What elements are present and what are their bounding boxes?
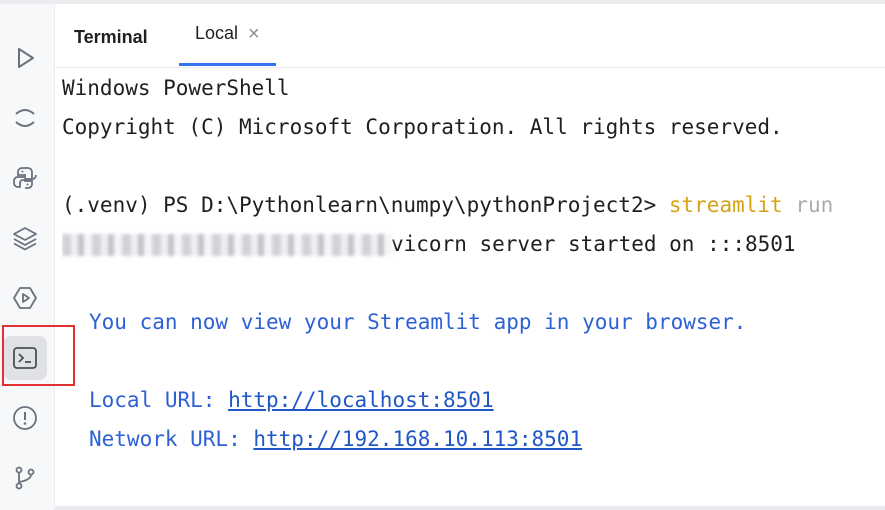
local-url-label: Local URL: (89, 388, 229, 412)
problems-button[interactable] (3, 396, 47, 440)
python-console-icon (13, 167, 37, 189)
local-url-link[interactable]: http://localhost:8501 (228, 388, 494, 412)
command-rest: run (782, 193, 834, 217)
command-text: streamlit (668, 193, 783, 217)
prompt-path: (.venv) PS D:\Pythonlearn\numpy\pythonPr… (62, 193, 669, 217)
layers-icon (13, 227, 37, 251)
debug-icon (15, 109, 35, 127)
terminal-button[interactable] (3, 336, 47, 380)
terminal-line-header: Windows PowerShell (62, 76, 290, 100)
tab-local-label: Local (195, 23, 239, 43)
services-button[interactable] (3, 276, 47, 320)
python-console-button[interactable] (3, 156, 47, 200)
run-button[interactable] (3, 36, 47, 80)
bottom-divider (55, 506, 885, 510)
tool-window-sidebar (0, 4, 55, 510)
terminal-line-prompt: (.venv) PS D:\Pythonlearn\numpy\pythonPr… (62, 193, 833, 217)
terminal-line-local-url: Local URL: http://localhost:8501 (89, 388, 494, 412)
tab-local[interactable]: Local × (179, 4, 276, 66)
terminal-line-log: vicorn server started on :::8501 (62, 232, 796, 256)
git-icon (15, 466, 35, 490)
terminal-line-view-app: You can now view your Streamlit app in y… (89, 310, 747, 334)
tool-window-title: Terminal (74, 27, 148, 47)
close-icon[interactable]: × (248, 24, 260, 44)
terminal-line-network-url: Network URL: http://192.168.10.113:8501 (89, 427, 582, 451)
layers-button[interactable] (3, 216, 47, 260)
git-button[interactable] (3, 456, 47, 500)
terminal-output[interactable]: Windows PowerShell Copyright (C) Microso… (62, 70, 885, 510)
network-url-label: Network URL: (89, 427, 254, 451)
terminal-tab-bar: Terminal Local × (55, 4, 885, 68)
services-icon (13, 287, 37, 309)
debug-button[interactable] (3, 96, 47, 140)
log-message: vicorn server started on :::8501 (391, 232, 796, 256)
terminal-line-copyright: Copyright (C) Microsoft Corporation. All… (62, 115, 783, 139)
run-icon (18, 48, 34, 68)
terminal-icon (13, 347, 37, 369)
redacted-timestamp (62, 234, 392, 256)
network-url-link[interactable]: http://192.168.10.113:8501 (253, 427, 582, 451)
problems-icon (13, 406, 37, 430)
